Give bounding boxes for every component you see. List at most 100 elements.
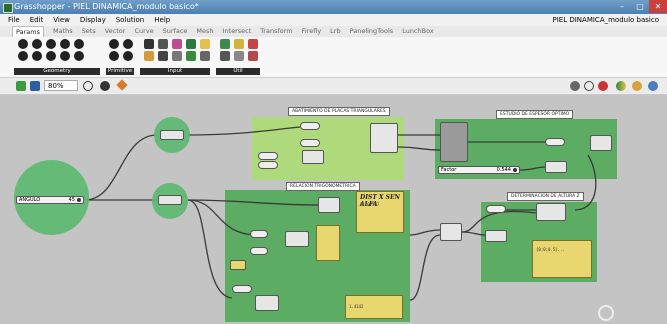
- relacion-note-component[interactable]: [230, 260, 246, 270]
- abat-rotate-component[interactable]: [370, 123, 398, 153]
- document-preview-icon[interactable]: [632, 81, 642, 91]
- angulo-slider[interactable]: ANGULO 45: [16, 196, 84, 204]
- angulo-slider-knob[interactable]: [77, 198, 81, 202]
- relacion-pill-1[interactable]: [250, 230, 268, 238]
- line-param-icon[interactable]: [32, 51, 42, 61]
- relacion-pill-2[interactable]: [250, 247, 268, 255]
- preview-off-icon[interactable]: [570, 81, 580, 91]
- relacion-small-panel[interactable]: [316, 225, 340, 261]
- estudio-pill-1[interactable]: [545, 138, 565, 146]
- scribble-icon[interactable]: [234, 39, 244, 49]
- save-file-icon[interactable]: [30, 81, 40, 91]
- abat-line-component[interactable]: [302, 150, 324, 164]
- integer-param-icon[interactable]: [123, 39, 133, 49]
- ribbon-group-util: Util: [216, 39, 260, 75]
- abat-input-pill-2[interactable]: [300, 139, 320, 147]
- determinacion-pill-1[interactable]: [486, 205, 506, 213]
- data-dam-icon[interactable]: [220, 51, 230, 61]
- menu-solution[interactable]: Solution: [116, 14, 145, 26]
- relacion-sin-component[interactable]: [318, 197, 340, 213]
- menu-display[interactable]: Display: [80, 14, 106, 26]
- window-titlebar: Grasshopper - PIEL DINAMICA_modulo basic…: [0, 0, 667, 14]
- abat-input-pill-3[interactable]: [258, 152, 278, 160]
- abat-input-pill-1[interactable]: [300, 122, 320, 130]
- factor-slider-value: 0.544: [496, 167, 511, 173]
- factor-slider[interactable]: Factor 0.544: [438, 166, 520, 174]
- panel-dist-sen-alfa[interactable]: DIST X SEN ALFA 0.707107: [356, 191, 404, 233]
- window-title: Grasshopper - PIEL DINAMICA_modulo basic…: [14, 2, 199, 11]
- zoom-extents-icon[interactable]: [83, 81, 93, 91]
- graph-mapper-icon[interactable]: [200, 39, 210, 49]
- color-swatch-icon[interactable]: [172, 39, 182, 49]
- document-name[interactable]: PIEL DINAMICA_modulo basico: [553, 14, 659, 26]
- curve-param-icon[interactable]: [18, 51, 28, 61]
- open-file-icon[interactable]: [16, 81, 26, 91]
- sketch-pen-icon[interactable]: [116, 79, 128, 91]
- abat-input-pill-4[interactable]: [258, 161, 278, 169]
- point-param-icon[interactable]: [32, 39, 42, 49]
- panel-right[interactable]: {0;0;0.5}...: [532, 240, 592, 278]
- ribbon-label-util: Util: [216, 68, 260, 75]
- image-sampler-icon[interactable]: [186, 51, 196, 61]
- factor-slider-label: Factor: [441, 167, 457, 173]
- plane-param-icon[interactable]: [46, 51, 56, 61]
- close-button[interactable]: ✕: [649, 0, 667, 13]
- estudio-multiply-component[interactable]: [545, 161, 567, 173]
- relay-icon[interactable]: [234, 51, 244, 61]
- menu-edit[interactable]: Edit: [30, 14, 44, 26]
- jump-icon[interactable]: [248, 39, 258, 49]
- wire-factor: [519, 166, 546, 171]
- text-param-icon[interactable]: [123, 51, 133, 61]
- geometry-param-icon[interactable]: [18, 39, 28, 49]
- panel-input-icon[interactable]: [144, 51, 154, 61]
- panel-dist-text: 0.707107: [360, 202, 380, 207]
- relacion-division-component[interactable]: [285, 231, 309, 247]
- multiply-component[interactable]: [440, 223, 462, 241]
- wireframe-preview-icon[interactable]: [584, 81, 594, 91]
- grasshopper-canvas[interactable]: ABATIMIENTO DE PLACAS TRIANGULARES ESTUD…: [0, 95, 667, 324]
- menu-help[interactable]: Help: [154, 14, 170, 26]
- surface-param-icon[interactable]: [60, 51, 70, 61]
- wire-mult-to-vector: [461, 210, 537, 233]
- menu-view[interactable]: View: [53, 14, 70, 26]
- button-input-icon[interactable]: [158, 51, 168, 61]
- eye-preview-icon[interactable]: [100, 81, 110, 91]
- fitness-icon[interactable]: [248, 51, 258, 61]
- ribbon-group-input: Input: [140, 39, 210, 75]
- wire-top-to-abatimiento: [187, 126, 301, 136]
- determinacion-vector-component[interactable]: [536, 203, 566, 221]
- selected-only-preview-icon[interactable]: [616, 81, 626, 91]
- factor-slider-knob[interactable]: [513, 168, 517, 172]
- determinacion-unit-z-component[interactable]: [485, 230, 507, 242]
- preview-settings-icon[interactable]: [648, 81, 658, 91]
- timer-input-icon[interactable]: [200, 51, 210, 61]
- panel-bottom[interactable]: 1.4142: [345, 295, 403, 319]
- toggle-input-icon[interactable]: [158, 39, 168, 49]
- gradient-input-icon[interactable]: [186, 39, 196, 49]
- arc-param-icon[interactable]: [74, 39, 84, 49]
- brep-param-icon[interactable]: [74, 51, 84, 61]
- radians-component-top[interactable]: [160, 130, 184, 140]
- minimize-button[interactable]: –: [613, 0, 631, 13]
- menu-file[interactable]: File: [8, 14, 20, 26]
- number-param-icon[interactable]: [109, 51, 119, 61]
- canvas-navigation-widget-icon[interactable]: [598, 305, 614, 321]
- cluster-icon[interactable]: [220, 39, 230, 49]
- ribbon-label-geometry: Geometry: [14, 68, 100, 75]
- vector-param-icon[interactable]: [46, 39, 56, 49]
- relacion-bottom-component[interactable]: [255, 295, 279, 311]
- relacion-pill-3[interactable]: [232, 285, 252, 293]
- shaded-preview-icon[interactable]: [598, 81, 608, 91]
- circle-param-icon[interactable]: [60, 39, 70, 49]
- boolean-param-icon[interactable]: [109, 39, 119, 49]
- canvas-toolbar: 80%: [0, 78, 667, 95]
- zoom-level-field[interactable]: 80%: [44, 80, 78, 91]
- maximize-button[interactable]: □: [631, 0, 649, 13]
- estudio-main-component[interactable]: [440, 122, 468, 162]
- slider-input-icon[interactable]: [144, 39, 154, 49]
- estudio-output-component[interactable]: [590, 135, 612, 151]
- radians-component-mid[interactable]: [158, 195, 182, 205]
- value-list-icon[interactable]: [172, 51, 182, 61]
- wire-vector-up: [574, 154, 597, 211]
- ribbon-label-input: Input: [140, 68, 210, 75]
